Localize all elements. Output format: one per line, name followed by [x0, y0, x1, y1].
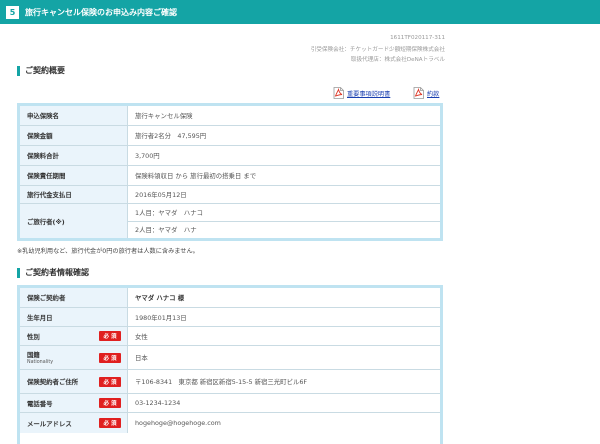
table-row: 国籍 Nationality 必 須 日本: [20, 346, 440, 370]
row-label: 旅行代金支払日: [20, 186, 128, 203]
row-value: 旅行キャンセル保険: [135, 112, 193, 120]
required-badge: 必 須: [99, 353, 121, 363]
page-title: 旅行キャンセル保険のお申込み内容ご確認: [25, 7, 177, 17]
traveler-count-note: ※乳幼児利用など、旅行代金が0円の旅行者は人数に含みません。: [17, 248, 199, 255]
table-row: 保険金額 旅行者2名分 47,595円: [20, 126, 440, 146]
insurer-info: 引受保険会社：チケットガード少額短期保険株式会社: [310, 47, 445, 53]
email-label-text: メールアドレス: [27, 419, 72, 428]
required-badge: 必 須: [99, 418, 121, 428]
required-badge: 必 須: [99, 376, 121, 387]
important-notes-label: 重要事項説明書: [347, 90, 391, 98]
row-value: 3,700円: [135, 152, 160, 160]
agent-info: 取扱代理店：株式会社DeNAトラベル: [350, 57, 445, 63]
nationality-label-text: 国籍: [27, 351, 40, 359]
table-row: 申込保険名 旅行キャンセル保険: [20, 106, 440, 126]
table-row: メールアドレス 必 須 hogehoge@hogehoge.com: [20, 413, 440, 433]
traveler-1: 1人目：ヤマダ ハナコ: [135, 208, 203, 217]
table-row: 保険契約者ご住所 必 須 〒106-8341 東京都 新宿区新宿5-15-5 新…: [20, 370, 440, 394]
nationality-sublabel: Nationality: [27, 360, 54, 365]
row-value: 保険料領収日 から 旅行最初の搭乗日 まで: [135, 172, 257, 180]
table-row: 生年月日 1980年01月13日: [20, 308, 440, 327]
phone-label: 電話番号 必 須: [20, 394, 128, 412]
terms-link[interactable]: 約款: [413, 87, 439, 99]
address-label-text: 保険契約者ご住所: [27, 378, 79, 386]
phone-label-text: 電話番号: [27, 399, 53, 408]
table-row: 保険責任期間 保険料領収日 から 旅行最初の搭乗日 まで: [20, 166, 440, 186]
nationality-value: 日本: [135, 354, 148, 362]
table-row: ご旅行者(※) 1人目：ヤマダ ハナコ 2人目：ヤマダ ハナ: [20, 204, 440, 238]
row-value: 2016年05月12日: [135, 191, 187, 199]
table-row: 保険ご契約者 ヤマダ ハナコ 様: [20, 288, 440, 308]
table-row: 保険料合計 3,700円: [20, 146, 440, 166]
table-row: 電話番号 必 須 03-1234-1234: [20, 394, 440, 413]
traveler-2: 2人目：ヤマダ ハナ: [128, 220, 440, 239]
step-number: 5: [6, 5, 19, 19]
travelers-label: ご旅行者(※): [20, 204, 128, 238]
policyholder-name: ヤマダ ハナコ 様: [135, 294, 185, 302]
pdf-icon: [413, 87, 424, 99]
contract-summary-table: 申込保険名 旅行キャンセル保険 保険金額 旅行者2名分 47,595円 保険料合…: [17, 103, 443, 241]
row-label: 保険ご契約者: [20, 288, 128, 307]
pdf-icon: [333, 87, 344, 99]
row-label: 保険金額: [20, 126, 128, 145]
row-label: 申込保険名: [20, 106, 128, 125]
table-row: 性別 必 須 女性: [20, 327, 440, 346]
nationality-label: 国籍 Nationality 必 須: [20, 346, 128, 369]
row-label: 保険責任期間: [20, 166, 128, 185]
email-label: メールアドレス 必 須: [20, 413, 128, 433]
required-badge: 必 須: [99, 331, 121, 341]
gender-label-text: 性別: [27, 332, 40, 341]
page-header: 5 旅行キャンセル保険のお申込み内容ご確認: [0, 0, 600, 24]
row-label: 保険料合計: [20, 146, 128, 165]
table-row: 旅行代金支払日 2016年05月12日: [20, 186, 440, 204]
contract-summary-title: ご契約概要: [17, 66, 65, 76]
policyholder-table: 保険ご契約者 ヤマダ ハナコ 様 生年月日 1980年01月13日 性別 必 須…: [17, 285, 443, 444]
gender-value: 女性: [135, 332, 148, 341]
address-value: 〒106-8341 東京都 新宿区新宿5-15-5 新宿三光町ビル6F: [135, 378, 308, 386]
terms-label: 約款: [427, 90, 440, 98]
required-badge: 必 須: [99, 398, 121, 408]
address-label: 保険契約者ご住所 必 須: [20, 370, 128, 393]
birthdate-value: 1980年01月13日: [135, 313, 187, 322]
email-value: hogehoge@hogehoge.com: [135, 419, 221, 427]
gender-label: 性別 必 須: [20, 327, 128, 345]
travelers-values: 1人目：ヤマダ ハナコ 2人目：ヤマダ ハナ: [128, 204, 440, 238]
important-notes-link[interactable]: 重要事項説明書: [333, 87, 390, 99]
row-label: 生年月日: [20, 308, 128, 326]
row-value: 旅行者2名分 47,595円: [135, 132, 207, 140]
reference-code: 1611TF020117-311: [390, 35, 445, 41]
phone-value: 03-1234-1234: [135, 399, 181, 407]
policyholder-title: ご契約者情報確認: [17, 268, 89, 278]
